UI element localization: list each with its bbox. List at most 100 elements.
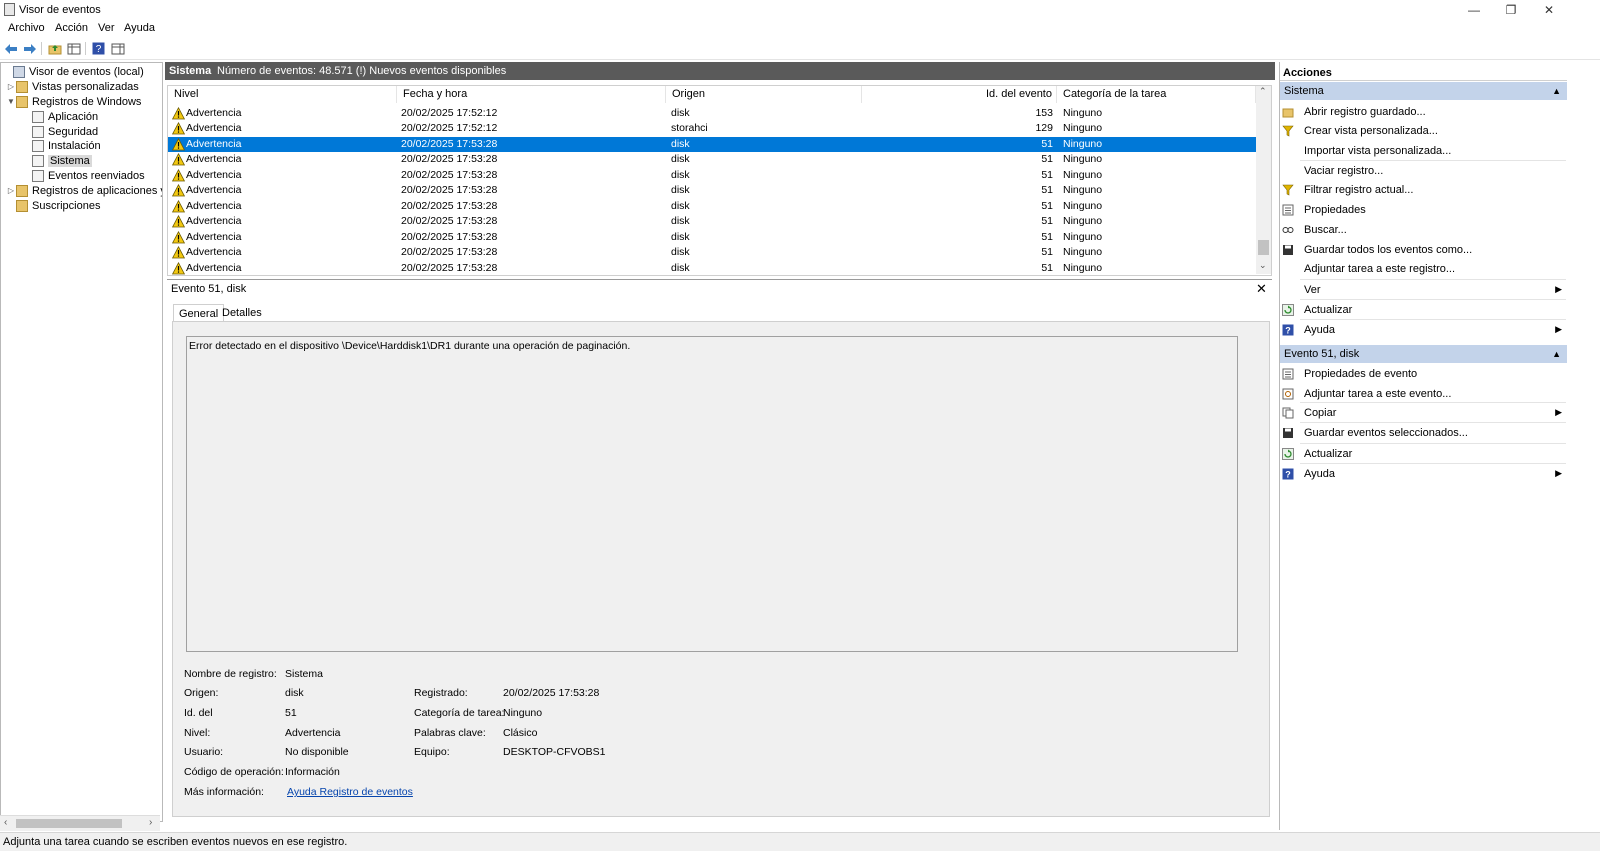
cell-date: 20/02/2025 17:53:28 [401, 246, 498, 258]
cell-date: 20/02/2025 17:52:12 [401, 106, 498, 119]
tree-item-forwarded-events[interactable]: Eventos reenviados [22, 168, 145, 183]
action-item[interactable]: Crear vista personalizada... [1282, 121, 1566, 140]
event-log-help-link[interactable]: Ayuda Registro de eventos [287, 786, 413, 798]
table-row[interactable]: Advertencia 20/02/2025 17:53:28 disk 51 Ning… [168, 199, 1256, 215]
show-hide-tree-icon[interactable] [66, 41, 81, 56]
action-item[interactable]: Buscar... [1282, 220, 1566, 239]
column-header-task-category[interactable]: Categoría de la tarea [1057, 86, 1256, 103]
cell-task-category: Ninguno [1063, 246, 1103, 258]
action-item[interactable]: Propiedades de evento [1282, 364, 1566, 383]
action-item[interactable]: Guardar todos los eventos como... [1282, 240, 1566, 259]
action-item[interactable]: Vaciar registro... [1282, 161, 1566, 180]
warning-icon [172, 184, 185, 197]
table-row[interactable]: Advertencia 20/02/2025 17:53:28 disk 51 Ning… [168, 214, 1256, 230]
cell-event-id: 51 [1041, 137, 1053, 150]
minimize-button[interactable]: — [1455, 0, 1493, 19]
action-item[interactable]: Guardar eventos seleccionados... [1282, 423, 1566, 442]
scroll-left-icon[interactable]: ‹ [4, 817, 7, 828]
menu-accion[interactable]: Acción [55, 22, 88, 34]
chevron-down-icon[interactable]: ▼ [6, 97, 16, 106]
scroll-down-icon[interactable]: ⌄ [1259, 260, 1267, 271]
scroll-up-icon[interactable]: ⌃ [1259, 86, 1267, 97]
close-window-button[interactable]: ✕ [1530, 0, 1568, 19]
table-row[interactable]: Advertencia 20/02/2025 17:53:28 disk 51 Ning… [168, 136, 1256, 152]
pane-splitter[interactable] [167, 279, 1272, 280]
show-action-pane-icon[interactable] [110, 41, 125, 56]
table-row[interactable]: Advertencia 20/02/2025 17:53:28 disk 51 Ning… [168, 168, 1256, 184]
scroll-right-icon[interactable]: › [149, 817, 152, 828]
cell-event-id: 129 [1035, 122, 1053, 134]
tree-item-subscriptions[interactable]: Suscripciones [6, 198, 100, 213]
tree-item-custom-views[interactable]: ▷ Vistas personalizadas [6, 79, 139, 94]
table-row[interactable]: Advertencia 20/02/2025 17:52:12 disk 153 Nin… [168, 106, 1256, 122]
action-item-label: Guardar todos los eventos como... [1304, 243, 1473, 256]
table-row[interactable]: Advertencia 20/02/2025 17:53:28 disk 51 Ning… [168, 152, 1256, 168]
action-item[interactable]: Actualizar [1282, 444, 1566, 463]
action-item[interactable]: Importar vista personalizada... [1282, 141, 1566, 160]
column-header-source[interactable]: Origen [666, 86, 862, 103]
chevron-right-icon[interactable]: ▷ [6, 186, 16, 195]
action-item[interactable]: Ver ▶ [1282, 280, 1566, 299]
event-description-box[interactable]: Error detectado en el dispositivo \Devic… [186, 336, 1238, 652]
tree-item-system[interactable]: Sistema [22, 153, 92, 168]
action-item[interactable]: Adjuntar tarea a este registro... [1282, 259, 1566, 278]
menu-ayuda[interactable]: Ayuda [124, 22, 155, 34]
tree-item-security[interactable]: Seguridad [22, 124, 98, 139]
folder-up-icon[interactable] [47, 41, 62, 56]
table-row[interactable]: Advertencia 20/02/2025 17:53:28 disk 51 Ning… [168, 230, 1256, 246]
action-item[interactable]: Abrir registro guardado... [1282, 102, 1566, 121]
field-label-computer: Equipo: [414, 746, 450, 758]
tree-horizontal-scrollbar[interactable]: ‹ › [0, 815, 160, 831]
action-item[interactable]: Propiedades [1282, 200, 1566, 219]
toolbar-separator [85, 42, 86, 55]
table-row[interactable]: Advertencia 20/02/2025 17:53:28 disk 51 Ning… [168, 261, 1256, 276]
chevron-right-icon[interactable]: ▷ [6, 82, 16, 91]
field-label-event-id: Id. del [184, 707, 213, 719]
collapse-up-icon[interactable]: ▲ [1552, 82, 1561, 100]
tree-item-root[interactable]: Visor de eventos (local) [3, 64, 144, 79]
back-arrow-icon[interactable] [3, 41, 18, 56]
field-value-keywords: Clásico [503, 727, 538, 739]
help-icon[interactable]: ? [91, 41, 106, 56]
svg-text:?: ? [96, 44, 102, 55]
action-item-label: Abrir registro guardado... [1304, 105, 1426, 118]
cell-source: disk [671, 184, 690, 196]
field-value-logged: 20/02/2025 17:53:28 [503, 687, 600, 699]
tree-item-app-services-logs[interactable]: ▷ Registros de aplicaciones y s [6, 183, 162, 198]
action-item[interactable]: ? Ayuda ▶ [1282, 464, 1566, 483]
filter-icon [1282, 125, 1294, 137]
action-item[interactable]: ? Ayuda ▶ [1282, 320, 1566, 339]
scrollbar-thumb[interactable] [1258, 240, 1269, 255]
action-item[interactable]: Adjuntar tarea a este evento... [1282, 384, 1566, 403]
menu-ver[interactable]: Ver [98, 22, 115, 34]
forward-arrow-icon[interactable] [22, 41, 37, 56]
action-group-event[interactable]: Evento 51, disk ▲ [1280, 345, 1567, 363]
grid-vertical-scrollbar[interactable]: ⌃ ⌄ [1256, 86, 1271, 274]
collapse-up-icon[interactable]: ▲ [1552, 345, 1561, 363]
tree-item-windows-logs[interactable]: ▼ Registros de Windows [6, 94, 141, 109]
table-row[interactable]: Advertencia 20/02/2025 17:53:28 disk 51 Ning… [168, 245, 1256, 261]
cell-event-id: 51 [1041, 215, 1053, 227]
close-icon[interactable]: ✕ [1256, 281, 1267, 297]
action-item-label: Actualizar [1304, 447, 1353, 460]
tree-item-setup[interactable]: Instalación [22, 138, 101, 153]
action-item[interactable]: Actualizar [1282, 300, 1566, 319]
table-row[interactable]: Advertencia 20/02/2025 17:52:12 storahci 12… [168, 121, 1256, 137]
action-item-label: Propiedades de evento [1304, 367, 1418, 380]
tree-item-label: Aplicación [48, 110, 99, 123]
tree-item-application[interactable]: Aplicación [22, 109, 98, 124]
action-group-system[interactable]: Sistema ▲ [1280, 82, 1567, 100]
column-header-event-id[interactable]: Id. del evento [862, 86, 1057, 103]
restore-button[interactable]: ❐ [1492, 0, 1530, 19]
cell-level: Advertencia [186, 199, 242, 212]
event-description: Error detectado en el dispositivo \Devic… [189, 340, 631, 352]
filter-icon [1282, 184, 1294, 196]
action-item[interactable]: Copiar ▶ [1282, 403, 1566, 422]
tab-details[interactable]: Detalles [217, 304, 267, 322]
table-row[interactable]: Advertencia 20/02/2025 17:53:28 disk 51 Ning… [168, 183, 1256, 199]
menu-archivo[interactable]: Archivo [8, 22, 45, 34]
action-item[interactable]: Filtrar registro actual... [1282, 180, 1566, 199]
column-header-level[interactable]: Nivel [168, 86, 397, 103]
field-value-user: No disponible [285, 746, 349, 758]
scrollbar-thumb[interactable] [16, 819, 122, 828]
